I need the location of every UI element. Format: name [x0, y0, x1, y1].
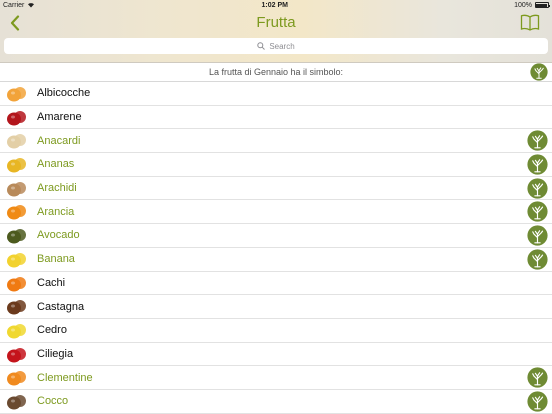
cherry-icon: [7, 347, 26, 363]
fruit-name: Anacardi: [37, 134, 81, 147]
list-item[interactable]: Arachidi: [0, 177, 552, 201]
orange-icon: [7, 205, 26, 220]
fruit-name: Cocco: [37, 395, 69, 408]
list-item[interactable]: Ananas: [0, 153, 552, 177]
clock-label: 1:02 PM: [261, 1, 288, 9]
fruit-list: Albicocche Amarene Anacardi Ananas Arachidi A…: [0, 82, 552, 414]
list-item[interactable]: Amarene: [0, 106, 552, 130]
search-icon: [257, 42, 266, 50]
tree-icon: [527, 154, 548, 175]
citron-icon: [7, 323, 26, 339]
list-item[interactable]: Ciliegia: [0, 343, 552, 367]
list-item[interactable]: Anacardi: [0, 129, 552, 154]
wifi-icon: [28, 3, 35, 8]
fruit-name: Banana: [37, 253, 75, 266]
pineapple-icon: [7, 158, 26, 173]
nav-bar: Frutta: [0, 10, 552, 35]
fruit-name: Arachidi: [37, 182, 77, 195]
list-item[interactable]: Cocco: [0, 390, 552, 414]
navigation-header: Carrier 1:02 PM 100% Frutta Search: [0, 0, 552, 63]
list-item[interactable]: Avocado: [0, 224, 552, 248]
apricot-icon: [7, 87, 26, 102]
page-title: Frutta: [256, 14, 296, 31]
tree-icon: [527, 130, 548, 151]
book-button[interactable]: [520, 14, 540, 31]
avocado-icon: [7, 229, 26, 244]
tree-icon: [530, 63, 548, 81]
legend-row: La frutta di Gennaio ha il simbolo:: [0, 62, 552, 82]
list-item[interactable]: Banana: [0, 248, 552, 272]
list-item[interactable]: Albicocche: [0, 82, 552, 106]
chevron-left-icon: [10, 15, 20, 31]
list-item[interactable]: Cachi: [0, 272, 552, 296]
status-bar: Carrier 1:02 PM 100%: [0, 0, 552, 10]
search-placeholder: Search: [269, 41, 295, 51]
fruit-name: Castagna: [37, 300, 85, 313]
legend-text: La frutta di Gennaio ha il simbolo:: [208, 66, 344, 77]
list-item[interactable]: Clementine: [0, 366, 552, 390]
tree-icon: [527, 367, 548, 388]
list-item[interactable]: Arancia: [0, 200, 552, 225]
tree-icon: [527, 391, 548, 412]
fruit-name: Cedro: [37, 324, 67, 337]
battery-percent: 100%: [514, 1, 532, 9]
fruit-name: Avocado: [37, 229, 80, 242]
tree-icon: [527, 249, 548, 270]
tree-icon: [527, 201, 548, 223]
fruit-name: Ciliegia: [37, 347, 74, 360]
tree-icon: [527, 225, 548, 246]
fruit-name: Ananas: [37, 158, 75, 171]
fruit-name: Clementine: [37, 371, 93, 384]
list-item[interactable]: Castagna: [0, 295, 552, 319]
search-input[interactable]: Search: [4, 38, 548, 54]
peanut-icon: [7, 181, 26, 197]
back-button[interactable]: [6, 13, 24, 33]
tree-icon: [527, 178, 548, 199]
banana-icon: [7, 252, 26, 268]
book-icon: [520, 14, 540, 31]
fruit-name: Cachi: [37, 276, 66, 289]
fruit-name: Amarene: [37, 111, 82, 124]
persimmon-icon: [7, 276, 26, 291]
coconut-icon: [7, 394, 26, 410]
fruit-name: Arancia: [37, 205, 75, 218]
battery-icon: [534, 2, 551, 8]
chestnut-icon: [7, 300, 26, 315]
sour-cherry-icon: [7, 110, 26, 126]
carrier-label: Carrier: [3, 1, 25, 9]
list-item[interactable]: Cedro: [0, 319, 552, 343]
fruit-name: Albicocche: [37, 87, 91, 100]
clementine-icon: [7, 371, 26, 386]
cashew-icon: [7, 134, 26, 149]
